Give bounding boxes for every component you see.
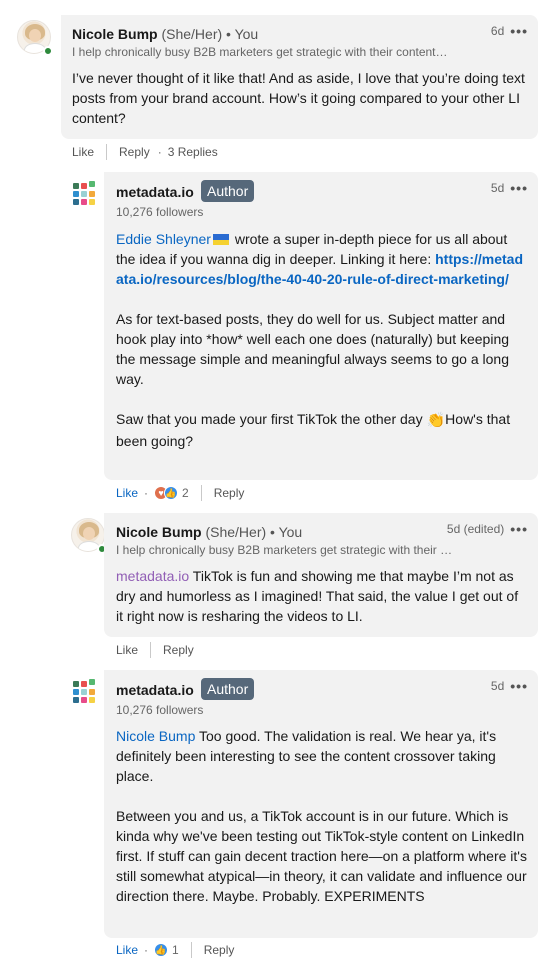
like-button[interactable]: Like bbox=[116, 943, 138, 957]
avatar[interactable] bbox=[17, 20, 53, 56]
separator-dot: · bbox=[144, 943, 149, 957]
comment-paragraph: I’ve never thought of it like that! And … bbox=[72, 70, 525, 126]
avatar[interactable] bbox=[71, 518, 107, 554]
comment-actions: Like Reply bbox=[116, 642, 194, 658]
comment-paragraph: Eddie Shleyner wrote a super in-depth pi… bbox=[116, 229, 526, 289]
comment-meta: 5d (edited) ••• bbox=[447, 522, 528, 536]
comment-paragraph: Nicole Bump Too good. The validation is … bbox=[116, 726, 528, 786]
pronouns: (She/Her) bbox=[161, 26, 223, 42]
divider bbox=[200, 485, 202, 501]
mention-link[interactable]: Eddie Shleyner bbox=[116, 231, 211, 247]
divider bbox=[190, 942, 192, 958]
comment-bubble: Nicole Bump (She/Her) • You I help chron… bbox=[61, 15, 538, 139]
comment-paragraph: Saw that you made your first TikTok the … bbox=[116, 409, 526, 451]
author-headline: I help chronically busy B2B marketers ge… bbox=[116, 543, 453, 557]
like-button[interactable]: Like bbox=[116, 643, 138, 657]
comment-text: Eddie Shleyner wrote a super in-depth pi… bbox=[116, 229, 526, 451]
connection-degree: • You bbox=[226, 26, 259, 42]
author-name[interactable]: Nicole Bump (She/Her) • You bbox=[72, 26, 258, 42]
reply-button[interactable]: Reply bbox=[214, 486, 245, 500]
comment-actions: Like Reply · 3 Replies bbox=[72, 144, 218, 160]
like-reaction-icon: 👍 bbox=[164, 486, 179, 500]
like-button[interactable]: Like bbox=[72, 145, 94, 159]
view-replies-button[interactable]: 3 Replies bbox=[168, 145, 218, 159]
separator-dot: · bbox=[157, 145, 162, 159]
author-name[interactable]: metadata.io bbox=[116, 682, 194, 698]
company-logo[interactable] bbox=[71, 677, 105, 711]
comment-text: metadata.io TikTok is fun and showing me… bbox=[116, 566, 526, 626]
comment-text: Nicole Bump Too good. The validation is … bbox=[116, 726, 528, 906]
more-options-icon[interactable]: ••• bbox=[510, 24, 528, 38]
reply-button[interactable]: Reply bbox=[163, 643, 194, 657]
timestamp: 5d (edited) bbox=[446, 522, 505, 536]
comment-actions: Like · ♥ 👍 2 Reply bbox=[116, 485, 244, 501]
reactions-summary[interactable]: 👍 bbox=[154, 943, 169, 957]
reply-button[interactable]: Reply bbox=[204, 943, 235, 957]
more-options-icon[interactable]: ••• bbox=[510, 522, 528, 536]
company-logo[interactable] bbox=[71, 179, 105, 213]
comment-paragraph: metadata.io TikTok is fun and showing me… bbox=[116, 566, 526, 626]
metadata-logo-icon bbox=[71, 179, 105, 213]
divider bbox=[106, 144, 108, 160]
like-button[interactable]: Like bbox=[116, 486, 138, 500]
author-badge: Author bbox=[201, 180, 255, 202]
more-options-icon[interactable]: ••• bbox=[510, 181, 528, 195]
mention-link[interactable]: metadata.io bbox=[116, 568, 189, 584]
comment-bubble: metadata.io Author 10,276 followers 5d •… bbox=[104, 172, 538, 480]
author-badge: Author bbox=[201, 678, 255, 700]
author-name-text[interactable]: Nicole Bump bbox=[72, 26, 158, 42]
author-name-text[interactable]: Nicole Bump bbox=[116, 524, 202, 540]
reaction-count[interactable]: 2 bbox=[182, 486, 189, 500]
reaction-count[interactable]: 1 bbox=[172, 943, 179, 957]
reply-button[interactable]: Reply bbox=[119, 145, 150, 159]
comment-bubble: Nicole Bump (She/Her) • You I help chron… bbox=[104, 513, 538, 637]
comment-meta: 5d ••• bbox=[491, 181, 528, 195]
reactions-summary[interactable]: ♥ 👍 bbox=[154, 486, 179, 500]
comment-text: I’ve never thought of it like that! And … bbox=[72, 68, 527, 128]
comment-paragraph: As for text-based posts, they do well fo… bbox=[116, 311, 510, 387]
author-headline: I help chronically busy B2B marketers ge… bbox=[72, 45, 448, 59]
comment-meta: 6d ••• bbox=[491, 24, 528, 38]
follower-count: 10,276 followers bbox=[116, 205, 204, 219]
online-status-icon bbox=[43, 46, 53, 56]
author-name[interactable]: Nicole Bump (She/Her) • You bbox=[116, 524, 302, 540]
comment-bubble: metadata.io Author 10,276 followers 5d •… bbox=[104, 670, 538, 938]
comment-paragraph: Between you and us, a TikTok account is … bbox=[116, 808, 527, 904]
clapping-hands-icon: 👏 bbox=[426, 412, 446, 429]
separator-dot: · bbox=[144, 486, 149, 500]
timestamp: 5d bbox=[490, 679, 505, 693]
like-reaction-icon: 👍 bbox=[154, 943, 169, 957]
timestamp: 6d bbox=[490, 24, 505, 38]
comment-actions: Like · 👍 1 Reply bbox=[116, 942, 234, 958]
comment-text-segment: Saw that you made your first TikTok the … bbox=[116, 411, 427, 427]
connection-degree: • You bbox=[270, 524, 303, 540]
comment-meta: 5d ••• bbox=[491, 679, 528, 693]
follower-count: 10,276 followers bbox=[116, 703, 204, 717]
divider bbox=[150, 642, 152, 658]
author-name[interactable]: metadata.io bbox=[116, 184, 194, 200]
timestamp: 5d bbox=[490, 181, 505, 195]
mention-link[interactable]: Nicole Bump bbox=[116, 728, 195, 744]
more-options-icon[interactable]: ••• bbox=[510, 679, 528, 693]
pronouns: (She/Her) bbox=[205, 524, 267, 540]
ukraine-flag-icon bbox=[212, 234, 229, 245]
metadata-logo-icon bbox=[71, 677, 105, 711]
